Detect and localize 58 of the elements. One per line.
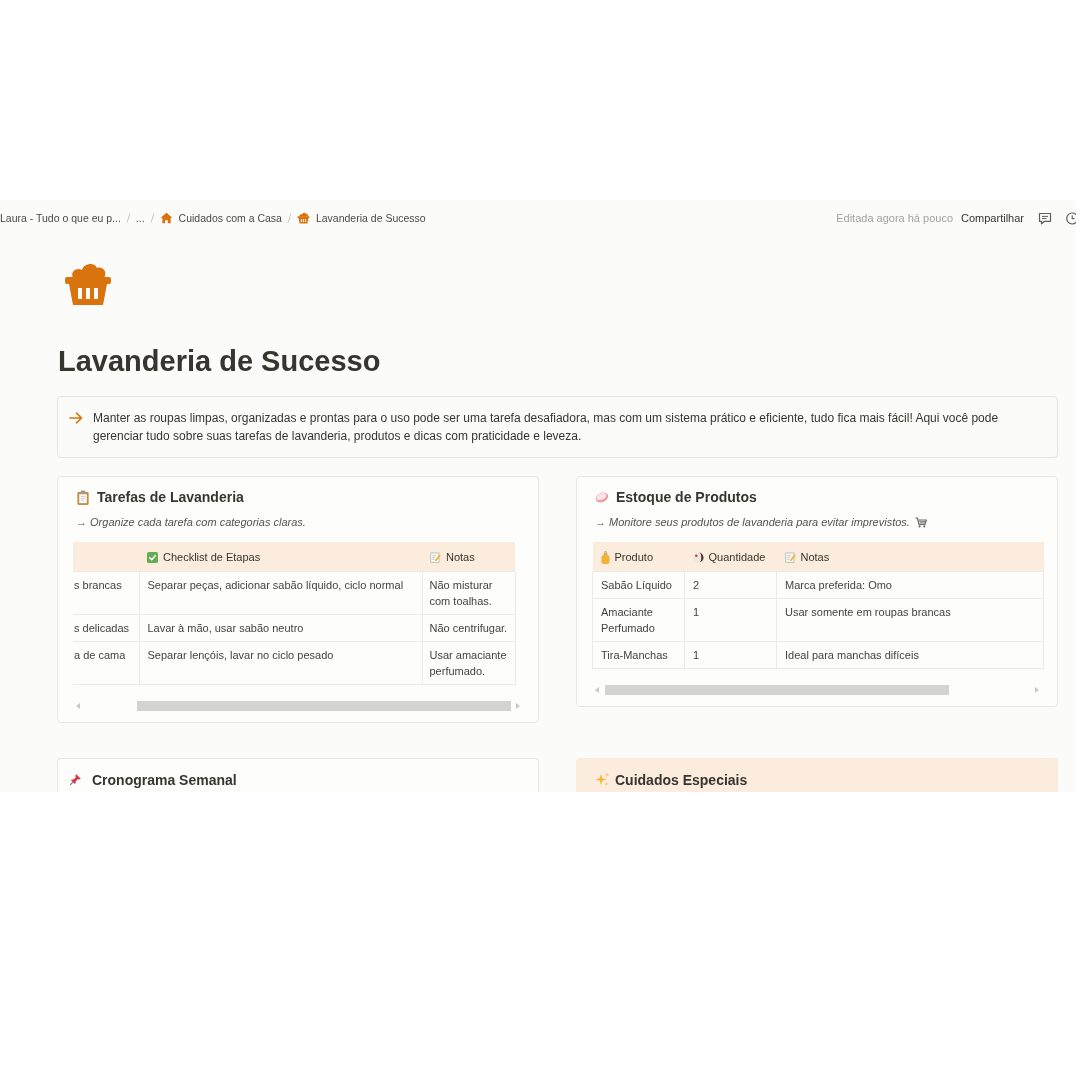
table-cell: Separar peças, adicionar sabão líquido, ciclo normal [139,571,422,615]
card-title: Estoque de Produtos [616,488,757,507]
basket-icon [63,262,113,306]
breadcrumb-link[interactable]: Lavanderia de Sucesso [296,211,426,225]
table-cell: 2 [684,571,777,599]
sparkles-icon [595,772,610,788]
bottle-icon [600,550,610,564]
column-label: Notas [800,550,830,566]
breadcrumb-link[interactable]: ... [135,211,145,225]
table-cell: Não misturar com toalhas. [422,571,515,615]
memo-icon [430,551,441,563]
scroll-left-icon[interactable] [76,703,80,710]
table-cell: Marca preferida: Omo [776,571,1044,599]
table-cell: Ideal para manchas difíceis [776,641,1044,669]
scrollbar-thumb[interactable] [137,701,511,712]
table-cell: Usar somente em roupas brancas [776,598,1044,642]
table-cell: s brancas [73,571,139,615]
card-subtitle: → Monitore seus produtos de lavanderia para evitar imprevistos. [595,515,910,530]
card-title: Cronograma Semanal [92,771,237,791]
cart-icon [914,516,927,528]
column-label: Notas [446,550,475,566]
table-cell: s delicadas [73,614,139,642]
scroll-right-icon[interactable] [1035,687,1039,694]
breadcrumb-link[interactable]: Laura - Tudo o que eu p... [0,211,121,225]
share-button[interactable]: Compartilhar [961,211,1024,225]
column-label: Quantidade [708,550,766,566]
table-cell: Amaciante Perfumado [592,598,685,642]
table-cell: Tira-Manchas [592,641,685,669]
column-label: Produto [614,550,654,566]
edited-status: Editada agora há pouco [836,211,954,225]
page-title: Lavanderia de Sucesso [58,344,382,378]
scrollbar-thumb[interactable] [605,685,949,696]
table-cell: 1 [684,598,777,642]
clipboard-icon [76,489,90,505]
scroll-right-icon[interactable] [516,703,520,710]
memo-icon [784,551,796,563]
card-title: Cuidados Especiais [615,771,748,791]
basket-icon [296,212,310,224]
scroll-left-icon[interactable] [595,687,599,694]
table-cell: Sabão Líquido [592,571,685,599]
comment-icon[interactable] [1038,211,1052,225]
card-subtitle: → Organize cada tarefa com categorias claras. [76,515,306,530]
callout-text: Manter as roupas limpas, organizadas e prontas para o uso pode ser uma tarefa desafiadora, mas com um sistema prático e eficiente, tudo fica mais fácil! Aqui você pode gerenciar tudo sobre suas tarefas de lavanderia, produtos e dicas com praticidade e leveza. [93,410,1000,445]
card-title: Tarefas de Lavanderia [97,488,244,507]
column-label: Checklist de Etapas [163,550,261,566]
table-cell: Separar lençóis, lavar no ciclo pesado [139,641,422,685]
table-cell: Usar amaciante perfumado. [422,641,515,685]
table-cell: a de cama [73,641,139,685]
ball-icon [692,551,704,563]
table-cell: 1 [684,641,777,669]
table-cell: Não centrifugar. [422,614,515,642]
table-cell: Lavar à mão, usar sabão neutro [139,614,422,642]
pushpin-icon [69,773,82,787]
house-icon [159,212,173,224]
arrow-icon [69,412,83,424]
breadcrumb-link[interactable]: Cuidados com a Casa [159,211,282,225]
clock-icon[interactable] [1065,211,1076,225]
check-icon [147,551,158,563]
